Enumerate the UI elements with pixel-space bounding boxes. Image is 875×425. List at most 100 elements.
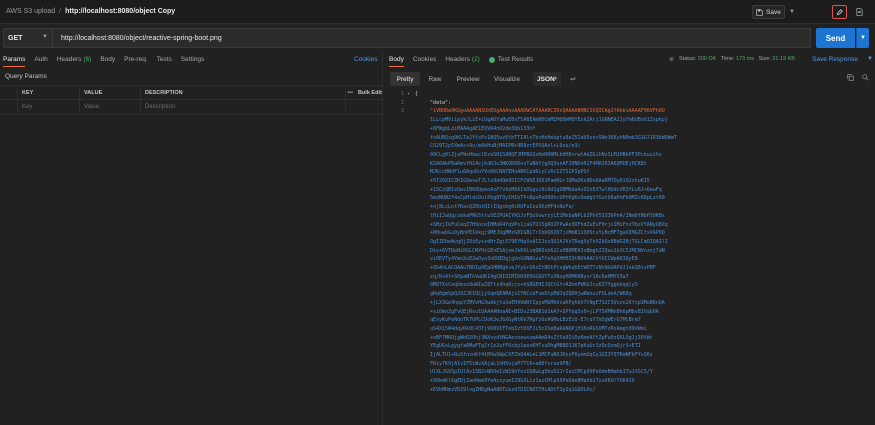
base64-line: vi0EVTy4YmoXsE2wOyo3nDUEDgjgUnGUNBGzaTfe… xyxy=(430,256,638,263)
format-label: JSON xyxy=(537,75,555,83)
line-number: 3 xyxy=(400,108,404,115)
wrap-lines-icon[interactable]: ⇌ xyxy=(570,75,576,83)
tab-label: Tests xyxy=(156,56,172,63)
save-label: Save xyxy=(766,8,781,16)
more-options-icon[interactable]: ••• xyxy=(347,90,353,96)
tab-auth[interactable]: Auth xyxy=(34,52,47,67)
view-visualize[interactable]: Visualize xyxy=(488,72,526,86)
value-input[interactable]: Value xyxy=(80,100,141,114)
status-value[interactable]: 200 OK xyxy=(698,56,717,62)
base64-line: UlXLJGVSpIUlAx15B2sWDOeIcW19hYnzIQ8wLg5b… xyxy=(430,369,653,376)
response-view-bar: Pretty Raw Preview Visualize JSON ▼ ⇌ xyxy=(384,72,875,86)
tab-label: Body xyxy=(389,56,404,63)
tab-params[interactable]: Params xyxy=(3,52,26,67)
tab-label: Pre-req. xyxy=(124,56,148,63)
view-raw[interactable]: Raw xyxy=(422,72,448,86)
table-header-row: KEY VALUE DESCRIPTION ••• Bulk Edit xyxy=(0,85,383,100)
tab-label: Cookies xyxy=(412,56,437,63)
base64-line: +oBF7M6OjgWhD2Ohj3NXvydVNGAesoewxsmAAmD4… xyxy=(430,334,653,341)
base64-line: +5T26XICZKIGQevwTJLlo9d4Qm9SICFCWSEJQ5JP… xyxy=(430,178,650,185)
json-key-data: "data": xyxy=(430,99,452,106)
base64-line: MJKccHWdF1u6AqoDuYVo6KCNATEHoABKCpd6LyCc… xyxy=(430,169,590,176)
copy-icon[interactable] xyxy=(847,74,854,83)
base64-line: Div+6VTDeNiKGLCNYHiGEnESAjnmJk6VLvqQROxb… xyxy=(430,247,665,254)
tab-tests[interactable]: Tests xyxy=(157,52,172,67)
format-select[interactable]: JSON ▼ xyxy=(533,72,561,86)
method-select[interactable]: GET ▼ xyxy=(3,28,53,48)
save-response-button[interactable]: Save Response xyxy=(812,56,858,63)
tab-response-headers[interactable]: Headers (2) xyxy=(445,52,480,67)
tab-headers[interactable]: Headers (6) xyxy=(57,52,92,67)
save-options-chevron-icon[interactable]: ▼ xyxy=(787,5,797,19)
pencil-icon[interactable] xyxy=(832,5,847,19)
size-value[interactable]: 21.19 KB xyxy=(772,56,795,62)
base64-line: +15CzQBIzDwsIB60OpeoAzP7v9zMAXIkDGgvi0i0… xyxy=(430,186,662,193)
time-label: Time: xyxy=(720,56,735,62)
base64-line: FRiy7K9jA1vIF5iWvXAjaL1hHXvjaP7TC6+a80fs… xyxy=(430,360,572,367)
base64-line: +6FWgbLdiMAAAgAE1EQVR4nO2de3Qb133nf xyxy=(430,125,536,132)
tab-pre-request[interactable]: Pre-req. xyxy=(124,52,147,67)
fold-icon[interactable]: ▾ xyxy=(407,90,410,99)
tab-label: Body xyxy=(100,56,116,63)
response-pane: Body Cookies Headers (2) Test Results ⊕ S… xyxy=(384,52,875,425)
base64-line: +0G4nLACQAAu7BDIp0EpGHNBgkveJYyGrG6zItBD… xyxy=(430,265,656,272)
tab-response-body[interactable]: Body xyxy=(389,52,404,67)
table-row: Key Value Description xyxy=(0,100,383,115)
response-meta: Status: 200 OK Time: 173 ms Size: 21.19 … xyxy=(679,56,795,62)
search-icon[interactable] xyxy=(862,74,869,83)
base64-line: fnAUBQsg9KLTe2YtxPx1BQ5uzEthTTIAlvTbvHnH… xyxy=(430,134,677,141)
send-options-chevron-icon[interactable]: ▼ xyxy=(856,28,869,48)
title-bar: AWS S3 upload / http://localhost:8080/ob… xyxy=(0,0,875,24)
tab-response-cookies[interactable]: Cookies xyxy=(413,52,436,67)
bulk-edit-link[interactable]: Bulk Edit xyxy=(358,90,382,96)
tab-body[interactable]: Body xyxy=(100,52,115,67)
tab-settings[interactable]: Settings xyxy=(181,52,205,67)
send-button[interactable]: Send xyxy=(816,28,855,48)
tab-label: Headers xyxy=(56,56,82,63)
time-value[interactable]: 173 ms xyxy=(736,56,754,62)
base64-line: OgIIEbeWvgQjZ0sEy+zdHrZgi579EYHpXsAIIJxc… xyxy=(430,238,668,245)
view-preview[interactable]: Preview xyxy=(452,72,484,86)
globe-icon: ⊕ xyxy=(669,57,675,63)
request-url-bar: GET ▼ http://localhost:8080/object/react… xyxy=(0,26,875,50)
document-icon[interactable] xyxy=(852,5,867,19)
response-tabs: Body Cookies Headers (2) Test Results xyxy=(384,52,875,67)
response-body-code[interactable]: 1 ▾ { 2 "data": 3 "iVBORw0KGgoAAAANSUhEU… xyxy=(384,90,875,425)
base64-line: +00uwbGu0yBnPE1kkgj9MEJUgMMzG0IGBLTrIbbQ… xyxy=(430,230,665,237)
base64-line: CO29T2p5XmAc+9v/mAkHuBjMAIPB+9R8zrEPSQAz… xyxy=(430,143,581,150)
base64-line: 1LLcpMViipyk/LiE+iUgADYaMuE0sT5A6EAmHDCm… xyxy=(430,117,668,124)
view-pretty[interactable]: Pretty xyxy=(390,72,420,86)
base64-line: zq/R+Af+SPpaWTkVwUK14gCNIOIMIKR0ERGG6UYT… xyxy=(430,273,629,280)
request-title[interactable]: http://localhost:8080/object Copy xyxy=(65,8,175,15)
size-label: Size: xyxy=(758,56,771,62)
base64-line: IjALTU1+RuSfnznKf4tMXwSWpCXFZbQ4ALeL1MCF… xyxy=(430,352,653,359)
cookies-link[interactable]: Cookies xyxy=(354,56,377,63)
tab-label: Params xyxy=(3,56,26,63)
breadcrumb-collection[interactable]: AWS S3 upload xyxy=(6,8,55,15)
tab-test-results[interactable]: Test Results xyxy=(488,52,534,67)
key-input[interactable]: Key xyxy=(18,100,80,114)
test-status-icon xyxy=(488,56,495,63)
query-params-table: KEY VALUE DESCRIPTION ••• Bulk Edit Key … xyxy=(0,85,383,115)
tab-label: Test Results xyxy=(497,56,534,63)
chevron-down-icon[interactable]: ▼ xyxy=(867,56,873,62)
description-input[interactable]: Description xyxy=(141,100,346,114)
table-header-check xyxy=(0,86,18,99)
chevron-down-icon: ▼ xyxy=(553,76,558,82)
open-brace: { xyxy=(415,91,419,97)
tab-count: (2) xyxy=(471,56,480,63)
base64-line: 5mzNUW2f4xCpHldcDulPbg8TOyIHIbTP+BpnPeU0… xyxy=(430,195,665,202)
tab-label: Headers xyxy=(445,56,470,63)
column-header-value: VALUE xyxy=(80,86,141,99)
base64-line: qExyKuPeNdoTK7UPLCUoK2eJbXGyNtRk7RgYzUzA… xyxy=(430,317,641,324)
line-number: 2 xyxy=(400,99,404,106)
base64-line: 09CLg0lZjaFWxHbwclEceSH1SABQFJMPBGQsKmH0… xyxy=(430,151,662,158)
base64-line: 0M97XsCeqUmzu9wWIaZ8Ttz4hqOcjx+hGBGEHIJQ… xyxy=(430,282,638,289)
tab-label: Settings xyxy=(180,56,205,63)
line-number: 1 xyxy=(400,91,404,97)
breadcrumb-separator: / xyxy=(59,8,62,15)
save-button[interactable]: Save xyxy=(752,5,785,19)
url-input[interactable]: http://localhost:8080/object/reactive-sp… xyxy=(53,28,811,48)
base64-line: +siOmnZgFvQEjRsu1QAAAAHnaAE+BIDs23BAB1d1… xyxy=(430,308,659,315)
base64-line: +EVbMRmzVD29lvgZHRgNaA8RTLbzd7DICNOTTHiA… xyxy=(430,386,596,393)
